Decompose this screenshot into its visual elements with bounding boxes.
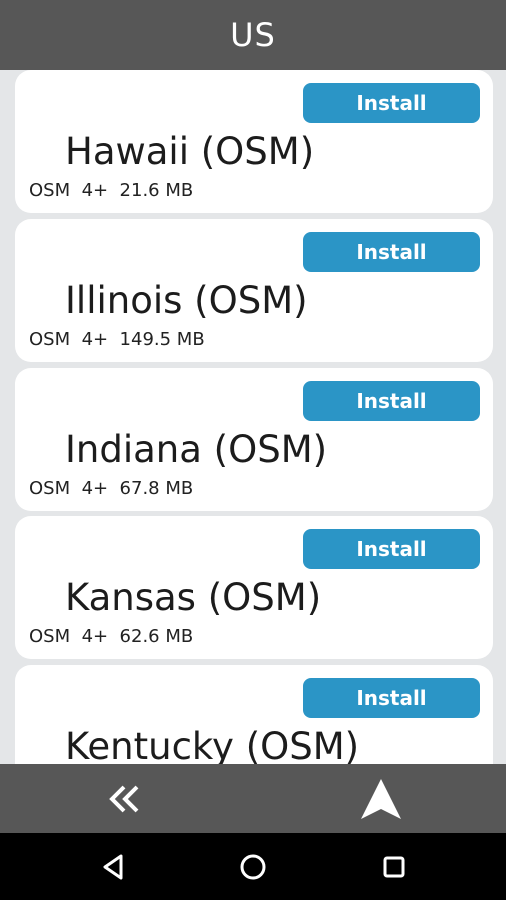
region-meta: OSM 4+ 62.6 MB <box>29 626 194 647</box>
install-button-illinois[interactable]: Install <box>303 232 480 272</box>
install-button-indiana[interactable]: Install <box>303 381 480 421</box>
install-button-kentucky[interactable]: Install <box>303 678 480 718</box>
region-card-kansas: Install Kansas (OSM) OSM 4+ 62.6 MB <box>15 516 493 659</box>
install-button-kansas[interactable]: Install <box>303 529 480 569</box>
region-list[interactable]: Install Hawaii (OSM) OSM 4+ 21.6 MB Inst… <box>0 70 506 764</box>
region-card-hawaii: Install Hawaii (OSM) OSM 4+ 21.6 MB <box>15 70 493 213</box>
region-name: Kansas (OSM) <box>65 576 322 619</box>
navigation-arrow-icon[interactable] <box>356 774 406 824</box>
region-card-indiana: Install Indiana (OSM) OSM 4+ 67.8 MB <box>15 368 493 511</box>
install-button-hawaii[interactable]: Install <box>303 83 480 123</box>
region-name: Kentucky (OSM) <box>65 725 360 764</box>
system-navigation-bar <box>0 833 506 900</box>
region-name: Indiana (OSM) <box>65 428 328 471</box>
region-name: Illinois (OSM) <box>65 279 308 322</box>
home-circle-icon[interactable] <box>236 850 270 884</box>
region-meta: OSM 4+ 149.5 MB <box>29 329 205 350</box>
region-card-kentucky: Install Kentucky (OSM) <box>15 665 493 764</box>
region-meta: OSM 4+ 21.6 MB <box>29 180 194 201</box>
region-meta: OSM 4+ 67.8 MB <box>29 478 194 499</box>
recents-square-icon[interactable] <box>377 850 411 884</box>
double-chevron-left-icon[interactable] <box>104 778 146 820</box>
back-triangle-icon[interactable] <box>96 850 130 884</box>
page-title: US <box>230 16 276 54</box>
region-name: Hawaii (OSM) <box>65 130 315 173</box>
region-card-illinois: Install Illinois (OSM) OSM 4+ 149.5 MB <box>15 219 493 362</box>
app-header: US <box>0 0 506 70</box>
bottom-toolbar <box>0 764 506 833</box>
